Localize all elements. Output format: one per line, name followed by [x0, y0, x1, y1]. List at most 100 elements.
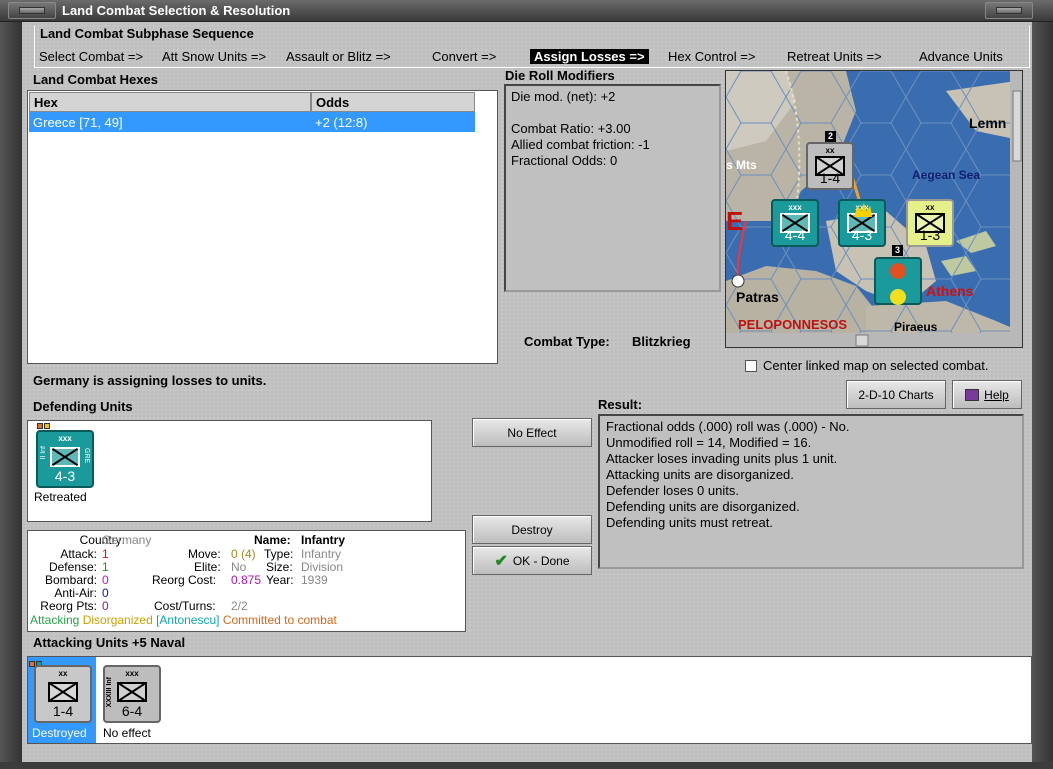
defending-title: Defending Units — [33, 399, 133, 414]
year-value: 1939 — [301, 573, 328, 587]
unit-value: 1-3 — [919, 227, 941, 243]
map-label-greece-fragment: E — [726, 206, 744, 236]
modifier-line: Fractional Odds: 0 — [511, 153, 618, 168]
map-unit-4-4[interactable]: xxx 4-4 — [771, 199, 819, 247]
ok-done-button[interactable]: ✔ OK - Done — [472, 546, 592, 575]
no-effect-button[interactable]: No Effect — [472, 418, 592, 447]
center-map-label: Center linked map on selected combat. — [763, 358, 989, 373]
attacking-units-box: xx 1-4 Destroyed xxx 6-4 XXXIII Inf No e… — [27, 656, 1032, 744]
window-title: Land Combat Selection & Resolution — [62, 3, 291, 18]
unit-info-box: Country: Germany Attack: 1 Defense: 1 Bo… — [27, 530, 466, 632]
modifier-line: Allied combat friction: -1 — [511, 137, 650, 152]
attacking-unit-6-4[interactable]: xxx 6-4 XXXIII Inf — [103, 665, 161, 723]
modifier-line — [511, 105, 714, 121]
combat-type-label: Combat Type: — [524, 334, 610, 349]
unit-side: GRE — [83, 448, 90, 464]
unit-value: 6-4 — [121, 703, 143, 719]
right-border — [1031, 22, 1053, 762]
reorg-pts-label: Reorg Pts: — [40, 599, 97, 613]
step-select-combat: Select Combat => — [39, 49, 144, 64]
defending-unit-4-3[interactable]: xxx 4-3 GRE II Inf — [36, 430, 94, 488]
result-line: Attacking units are disorganized. — [606, 467, 794, 482]
unit-status-line: Attacking Disorganized [Antonescu] Commi… — [30, 614, 337, 627]
unit-value: 1-4 — [819, 170, 841, 186]
country-value: Germany — [102, 533, 152, 547]
table-row[interactable]: Greece [71, 49] +2 (12:8) — [29, 112, 475, 132]
status-committed: Committed to combat — [222, 613, 337, 627]
year-label: Year: — [266, 573, 294, 587]
help-button[interactable]: Help — [952, 380, 1022, 409]
map-unit-1-3[interactable]: xx 1-3 — [906, 199, 954, 247]
result-line: Defending units must retreat. — [606, 515, 773, 530]
unit-value: 4-3 — [851, 227, 873, 243]
hex-column-header[interactable]: Hex — [29, 92, 311, 112]
map-label-lemn: Lemn — [969, 115, 1007, 131]
stack-count: 2 — [825, 131, 836, 142]
map-unit-4-3[interactable]: xxx 4-3 — [838, 199, 886, 247]
status-disorganized: Disorganized — [82, 613, 153, 627]
modifiers-title: Die Roll Modifiers — [505, 68, 615, 83]
attacking-unit-status: Destroyed — [32, 726, 87, 740]
map-label-peloponnesos: PELOPONNESOS — [738, 317, 848, 332]
infantry-icon — [48, 682, 78, 702]
defending-units-box: xxx 4-3 GRE II Inf Retreated — [27, 420, 432, 522]
unit-size: xxx — [58, 434, 72, 443]
step-hex-control: Hex Control => — [668, 49, 756, 64]
status-message: Germany is assigning losses to units. — [33, 373, 267, 388]
hex-cell: Greece [71, 49] — [33, 115, 123, 130]
hexes-table[interactable]: Hex Odds Greece [71, 49] +2 (12:8) — [27, 90, 498, 364]
sequence-title: Land Combat Subphase Sequence — [40, 26, 254, 41]
help-book-icon — [965, 388, 980, 401]
step-assault-or-blitz: Assault or Blitz => — [286, 49, 391, 64]
destroy-button[interactable]: Destroy — [472, 515, 592, 544]
unit-size: xxx — [788, 203, 802, 212]
hexes-title: Land Combat Hexes — [33, 72, 158, 87]
attacking-unit-status: No effect — [103, 726, 151, 740]
infantry-icon — [117, 682, 147, 702]
result-line: Attacker loses invading units plus 1 uni… — [606, 451, 838, 466]
stack-marker-icon — [890, 263, 906, 279]
infantry-icon — [50, 447, 80, 467]
step-att-snow-units: Att Snow Units => — [162, 49, 267, 64]
result-title: Result: — [598, 397, 643, 412]
map-unit-stack[interactable] — [874, 257, 922, 305]
odds-column-header[interactable]: Odds — [311, 92, 475, 112]
status-antonescu: [Antonescu] — [156, 613, 220, 627]
name-value: Infantry — [301, 533, 346, 547]
close-window-button[interactable] — [985, 2, 1033, 19]
unit-value: 4-4 — [784, 227, 806, 243]
window-menu-button[interactable] — [8, 2, 56, 19]
modifier-line: Die mod. (net): +2 — [511, 89, 616, 104]
attacking-unit-1-4[interactable]: xx 1-4 — [34, 665, 92, 723]
checkmark-icon: ✔ — [494, 552, 508, 570]
stack-marker-icon — [890, 289, 906, 305]
unit-size: xx — [58, 669, 68, 678]
modifiers-box: Die mod. (net): +2 Combat Ratio: +3.00 A… — [504, 84, 721, 292]
map-label-patras: Patras — [736, 289, 779, 305]
map-label-piraeus: Piraeus — [894, 320, 938, 334]
result-line: Unmodified roll = 14, Modified = 16. — [606, 435, 812, 450]
result-line: Defender loses 0 units. — [606, 483, 739, 498]
odds-cell: +2 (12:8) — [315, 115, 368, 130]
unit-status-dot — [37, 423, 43, 429]
unit-size: xxx — [125, 669, 139, 678]
step-assign-losses: Assign Losses => — [530, 49, 649, 64]
reorg-cost-value: 0.875 — [231, 573, 262, 587]
unit-value: 4-3 — [54, 468, 76, 484]
result-line: Defending units are disorganized. — [606, 499, 800, 514]
center-map-checkbox[interactable] — [745, 360, 757, 372]
map-label-aegean-sea: Aegean Sea — [912, 168, 981, 182]
map-unit-1-4[interactable]: xx 1-4 — [806, 142, 854, 190]
linked-map[interactable]: Lemn Aegean Sea s Mts Patras Athens PELO… — [725, 70, 1023, 348]
cost-turns-label: Cost/Turns: — [154, 599, 216, 613]
cost-turns-value: 2/2 — [231, 599, 248, 613]
defending-unit-status: Retreated — [34, 490, 87, 504]
status-attacking: Attacking — [30, 613, 80, 627]
map-label-mts: s Mts — [726, 158, 757, 172]
reorg-pts-value: 0 — [102, 599, 109, 613]
stack-count: 3 — [892, 245, 903, 256]
unit-status-dot — [44, 423, 50, 429]
modifier-line: Combat Ratio: +3.00 — [511, 121, 631, 136]
unit-corps: II Inf — [40, 446, 47, 460]
charts-button[interactable]: 2-D-10 Charts — [846, 380, 946, 409]
